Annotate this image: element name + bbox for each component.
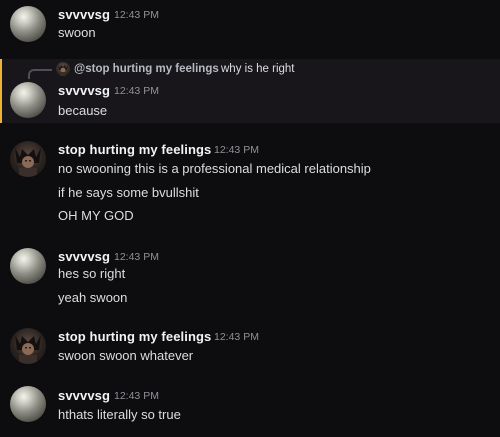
avatar[interactable] <box>10 386 46 422</box>
avatar[interactable] <box>10 141 46 177</box>
author-name[interactable]: svvvvsg <box>58 388 110 403</box>
message-text: swoon <box>58 25 96 40</box>
message-text: because <box>58 103 108 118</box>
message-text: yeah swoon <box>58 290 128 305</box>
author-name[interactable]: svvvvsg <box>58 83 110 98</box>
reply-mention[interactable]: @stop hurting my feelings <box>74 63 219 75</box>
timestamp: 12:43 PM <box>214 331 259 343</box>
author-name[interactable]: stop hurting my feelings <box>58 329 211 344</box>
author-name[interactable]: svvvvsg <box>58 249 110 264</box>
message-text: swoon swoon whatever <box>58 348 194 363</box>
reply-preview-text[interactable]: why is he right <box>221 63 295 75</box>
timestamp: 12:43 PM <box>114 85 159 97</box>
avatar[interactable] <box>10 248 46 284</box>
author-name[interactable]: svvvvsg <box>58 7 110 22</box>
author-name[interactable]: stop hurting my feelings <box>58 142 211 157</box>
avatar[interactable] <box>10 6 46 42</box>
message-text: if he says some bvullshit <box>58 185 199 200</box>
timestamp: 12:43 PM <box>114 390 159 402</box>
chat-log: svvvvsg 12:43 PM swoon @stop hurting my … <box>0 0 500 437</box>
timestamp: 12:43 PM <box>214 144 259 156</box>
avatar[interactable] <box>10 328 46 364</box>
message-text: hthats literally so true <box>58 407 181 422</box>
avatar[interactable] <box>10 82 46 118</box>
message-text: OH MY GOD <box>58 208 134 223</box>
reply-connector <box>28 69 52 79</box>
timestamp: 12:43 PM <box>114 251 159 263</box>
message-text: no swooning this is a professional medic… <box>58 161 371 176</box>
message-text: hes so right <box>58 266 126 281</box>
reply-avatar[interactable] <box>56 62 70 76</box>
timestamp: 12:43 PM <box>114 9 159 21</box>
